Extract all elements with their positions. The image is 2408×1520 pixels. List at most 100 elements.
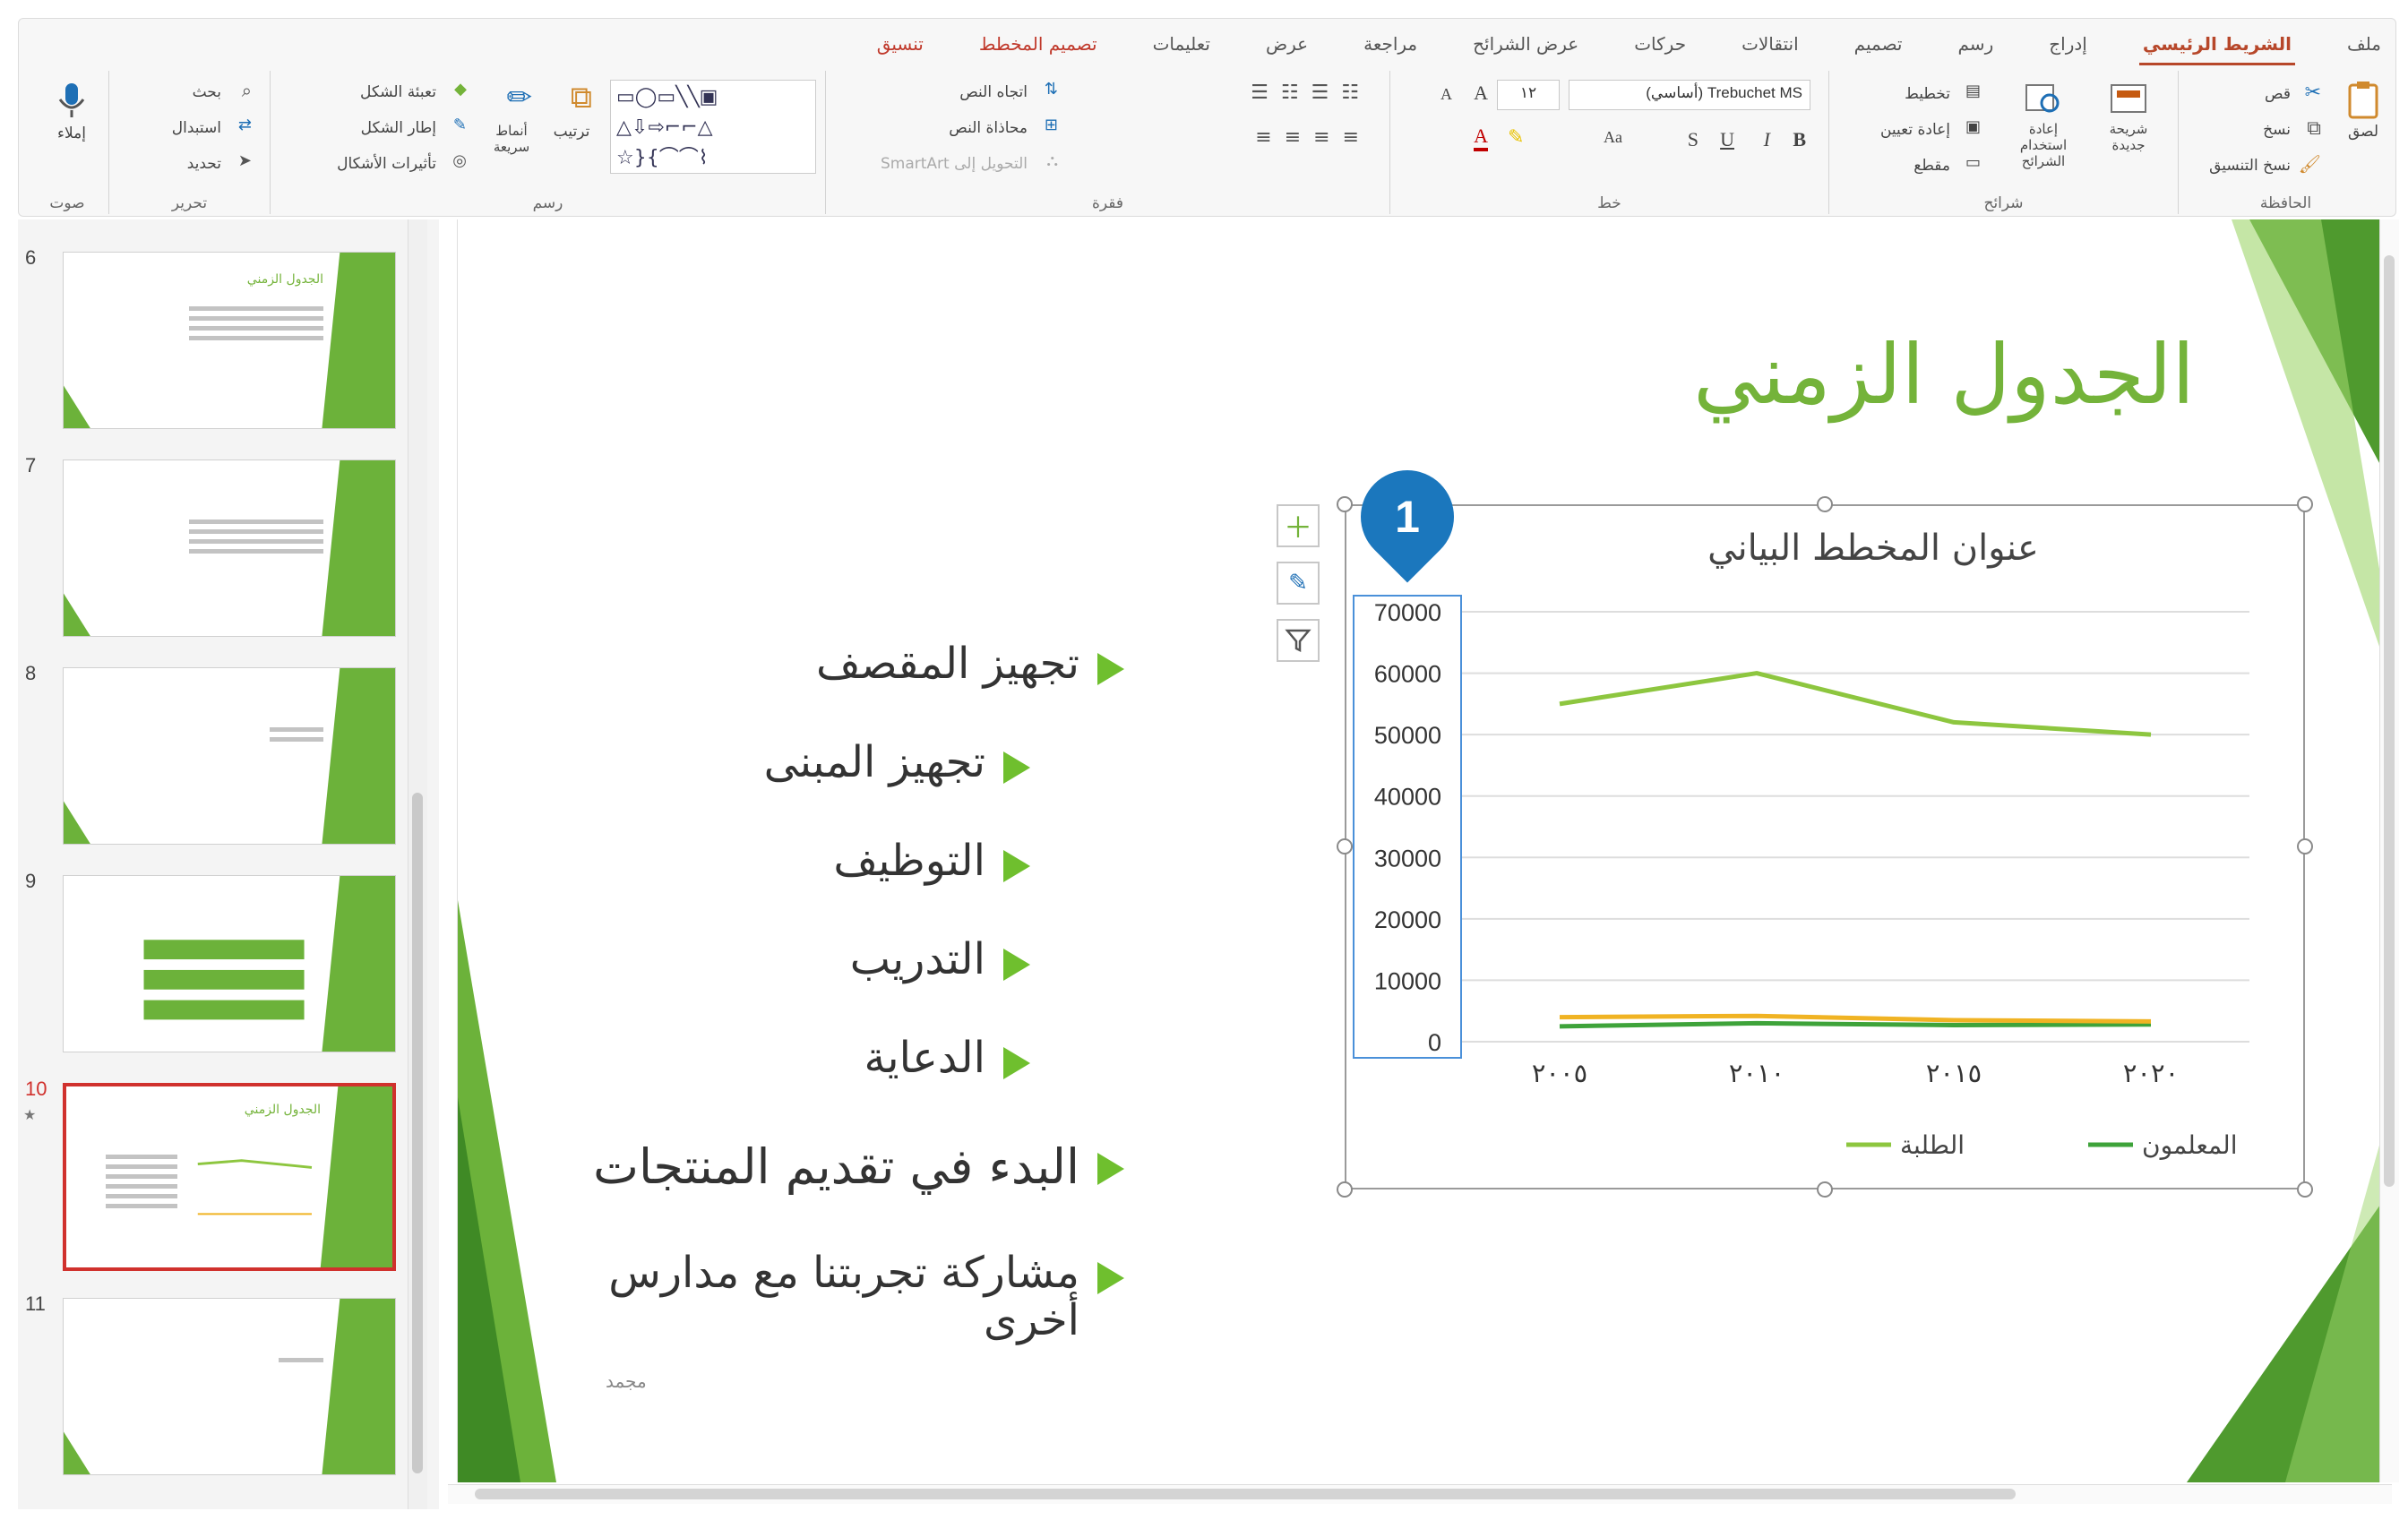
italic-button[interactable]: I: [1764, 128, 1770, 151]
align-buttons[interactable]: ≡≡≡≡: [1255, 126, 1372, 149]
paste-button[interactable]: لصق: [2343, 80, 2384, 141]
tab-help[interactable]: تعليمات: [1149, 30, 1214, 65]
bullet-item[interactable]: الدعاية: [864, 1035, 1030, 1082]
tab-review[interactable]: مراجعة: [1360, 30, 1421, 65]
tab-insert[interactable]: إدراج: [2045, 30, 2091, 65]
slide-thumbnail-6[interactable]: الجدول الزمني: [63, 252, 396, 429]
quick-styles-button[interactable]: ✏ أنماط سريعة: [485, 80, 538, 155]
font-size-up-button[interactable]: A: [1474, 82, 1488, 105]
strikethrough-button[interactable]: S: [1688, 128, 1698, 151]
tab-slideshow[interactable]: عرض الشرائح: [1469, 30, 1582, 65]
slide-title[interactable]: الجدول الزمني: [1693, 327, 2195, 423]
bullet-triangle-icon: [1003, 850, 1030, 882]
dictate-button[interactable]: إملاء: [51, 80, 92, 142]
slide-thumbnails-pane: 6 الجدول الزمني 7 8 9 10 ★ الجدول الزمني…: [18, 219, 439, 1509]
vertical-scroll-thumb[interactable]: [2384, 255, 2395, 1187]
y-tick-label: 20000: [1374, 906, 1441, 933]
list-buttons[interactable]: ☰☷☰☷: [1251, 82, 1372, 104]
thumb-lines: [106, 1149, 177, 1214]
replace-button[interactable]: ⇄ استبدال: [172, 116, 252, 141]
chart-filters-button[interactable]: [1277, 619, 1320, 662]
slides-group-label: شرائح: [1983, 194, 2024, 212]
align-text-button[interactable]: ⊞ محاذاة النص: [949, 116, 1058, 141]
shape-effects-button[interactable]: ◎ تأثيرات الأشكال: [337, 151, 467, 176]
convert-smartart-button[interactable]: ⛬ التحويل إلى SmartArt: [881, 151, 1058, 176]
shape-outline-button[interactable]: ✎ إطار الشكل: [361, 116, 467, 141]
replace-label: استبدال: [171, 119, 221, 137]
drawing-group: ▭◯▭╲╲▣ △⇩⇨⌐⌐△ ☆}{⌒⌒⌇ ⧉ ترتيب ✏ أنماط سريعة…: [270, 71, 825, 214]
font-color-button[interactable]: A: [1474, 125, 1488, 151]
line-chart[interactable]: عنوان المخطط البياني 0 10000 20000 30000 4000…: [1345, 504, 2305, 1189]
text-direction-button[interactable]: ⇅ اتجاه النص: [959, 80, 1058, 105]
tab-home[interactable]: الشريط الرئيسي: [2138, 30, 2295, 65]
slide-thumbnail-9[interactable]: [63, 875, 396, 1052]
chart-elements-button[interactable]: ＋: [1277, 504, 1320, 547]
bullet-item[interactable]: البدء في تقديم المنتجات: [593, 1140, 1124, 1193]
bold-button[interactable]: B: [1793, 128, 1806, 151]
tab-view[interactable]: عرض: [1262, 30, 1312, 65]
callout-number: 1: [1395, 492, 1420, 542]
shape-fill-button[interactable]: ◆ تعبئة الشكل: [360, 80, 467, 105]
slide-thumbnail-8[interactable]: [63, 667, 396, 845]
underline-button[interactable]: U: [1720, 128, 1734, 151]
chart-styles-button[interactable]: ✎: [1277, 562, 1320, 605]
align-text-label: محاذاة النص: [949, 119, 1028, 137]
section-button[interactable]: ▭ مقطع: [1914, 153, 1981, 178]
format-painter-button[interactable]: 🖌 نسخ التنسيق: [2209, 153, 2321, 178]
font-size-dropdown[interactable]: ١٢: [1497, 80, 1560, 110]
chart-tools: ＋ ✎: [1277, 504, 1320, 676]
y-tick-label: 30000: [1374, 845, 1441, 872]
tab-design[interactable]: تصميم: [1851, 30, 1906, 65]
slides-group: شريحة جديدة إعادة استخدام الشرائح ▤ تخطي…: [1828, 71, 2178, 214]
tab-format[interactable]: تنسيق: [873, 30, 927, 65]
copy-button[interactable]: ⧉ نسخ: [2263, 117, 2321, 142]
tab-draw[interactable]: رسم: [1955, 30, 1998, 65]
new-slide-button[interactable]: شريحة جديدة: [2097, 78, 2160, 153]
section-label: مقطع: [1914, 157, 1950, 175]
thumbnail-scrollbar[interactable]: [408, 219, 427, 1509]
font-size-down-button[interactable]: A: [1440, 85, 1452, 104]
reset-button[interactable]: ▣ إعادة تعيين: [1880, 117, 1981, 142]
text-direction-label: اتجاه النص: [959, 83, 1028, 101]
tab-file[interactable]: ملف: [2344, 30, 2385, 65]
thumbnail-scroll-thumb[interactable]: [412, 793, 423, 1473]
tab-animations[interactable]: حركات: [1630, 30, 1690, 65]
bullet-item[interactable]: تجهيز المبنى: [764, 739, 1030, 786]
clipboard-group: لصق ✂ قص ⧉ نسخ 🖌 نسخ التنسيق الحافظة: [2178, 71, 2393, 214]
shapes-gallery[interactable]: ▭◯▭╲╲▣ △⇩⇨⌐⌐△ ☆}{⌒⌒⌇: [610, 80, 816, 174]
layout-label: تخطيط: [1905, 85, 1950, 103]
slide-thumbnail-11[interactable]: [63, 1298, 396, 1475]
bullet-item[interactable]: التوظيف: [833, 837, 1030, 885]
slide-horizontal-scrollbar[interactable]: [448, 1484, 2392, 1504]
font-group: Trebuchet MS (أساسي) ١٢ A A B I U S Aa ✎…: [1389, 71, 1828, 214]
highlight-color-icon[interactable]: ✎: [1508, 126, 1533, 151]
slide-thumbnail-7[interactable]: [63, 459, 396, 637]
tab-transitions[interactable]: انتقالات: [1738, 30, 1802, 65]
slide-vertical-scrollbar[interactable]: [2379, 219, 2399, 1482]
slide-thumbnail-10[interactable]: الجدول الزمني: [63, 1083, 396, 1271]
quick-styles-label: أنماط سريعة: [493, 123, 530, 155]
select-button[interactable]: ➤ تحديد: [187, 151, 252, 176]
bullet-text: الدعاية: [864, 1033, 985, 1083]
font-name-dropdown[interactable]: Trebuchet MS (أساسي): [1569, 80, 1810, 110]
x-tick-label: ٢٠١٥: [1926, 1058, 1982, 1088]
smartart-label: التحويل إلى SmartArt: [881, 155, 1028, 173]
layout-button[interactable]: ▤ تخطيط: [1905, 82, 1981, 107]
layout-icon: ▤: [1965, 82, 1981, 100]
bullet-item[interactable]: التدريب: [850, 936, 1030, 983]
find-button[interactable]: ⌕ بحث: [193, 80, 252, 105]
horizontal-scroll-thumb[interactable]: [475, 1489, 2016, 1499]
bullet-text: البدء في تقديم المنتجات: [593, 1138, 1079, 1195]
tab-chart-design[interactable]: تصميم المخطط: [976, 30, 1101, 65]
reuse-slides-button[interactable]: إعادة استخدام الشرائح: [2008, 78, 2079, 169]
slide-canvas[interactable]: الجدول الزمني تجهيز المقصف تجهيز المبنى …: [457, 219, 2392, 1482]
select-label: تحديد: [186, 155, 221, 173]
bullet-item[interactable]: مشاركة تجربتنا مع مدارس أخرى: [542, 1249, 1124, 1344]
bullet-text: تجهيز المبنى: [763, 737, 985, 787]
clear-format-button[interactable]: Aa: [1604, 128, 1622, 147]
series-line: [1559, 1013, 2152, 1024]
arrange-button[interactable]: ⧉ ترتيب: [551, 80, 592, 141]
bullet-item[interactable]: تجهيز المقصف: [816, 640, 1124, 688]
cut-button[interactable]: ✂ قص: [2265, 82, 2321, 107]
shape-effects-label: تأثيرات الأشكال: [337, 155, 436, 173]
